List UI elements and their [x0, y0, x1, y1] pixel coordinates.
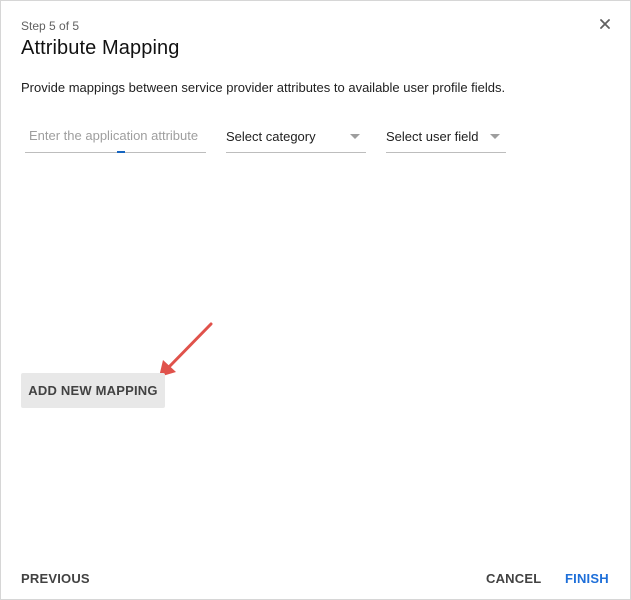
- user-field-select[interactable]: Select user field: [386, 123, 506, 153]
- application-attribute-input[interactable]: [25, 123, 210, 147]
- step-indicator: Step 5 of 5: [21, 19, 80, 33]
- dialog-description: Provide mappings between service provide…: [21, 80, 506, 95]
- add-new-mapping-button[interactable]: ADD NEW MAPPING: [21, 373, 165, 408]
- user-field-select-value: Select user field: [386, 129, 479, 144]
- attribute-mapping-dialog: Step 5 of 5 Attribute Mapping Provide ma…: [0, 0, 631, 600]
- cancel-button[interactable]: CANCEL: [486, 571, 541, 586]
- input-focus-indicator: [117, 151, 125, 153]
- close-button[interactable]: [594, 13, 616, 35]
- chevron-down-icon: [490, 134, 500, 139]
- previous-button[interactable]: PREVIOUS: [21, 571, 90, 586]
- category-select-value: Select category: [226, 129, 316, 144]
- dialog-title: Attribute Mapping: [21, 37, 180, 59]
- category-select[interactable]: Select category: [226, 123, 366, 153]
- close-icon: [600, 19, 610, 29]
- application-attribute-field: [25, 123, 210, 153]
- finish-button[interactable]: FINISH: [565, 571, 609, 586]
- chevron-down-icon: [350, 134, 360, 139]
